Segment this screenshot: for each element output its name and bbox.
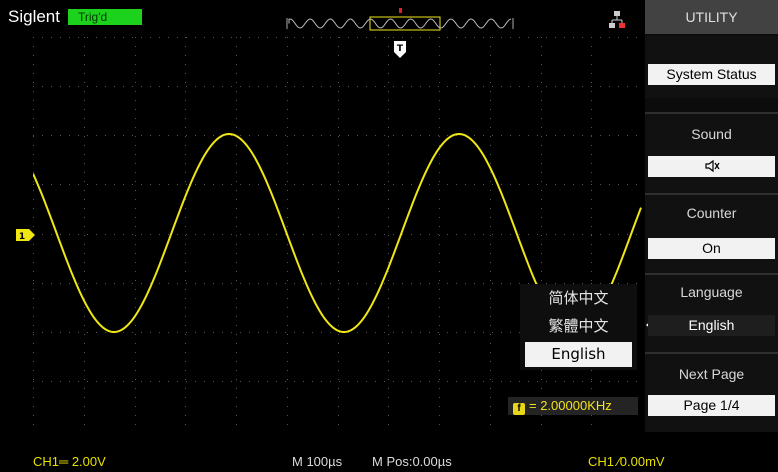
counter-value[interactable]: On <box>648 238 775 259</box>
menu-item-counter[interactable]: Counter On <box>645 195 778 273</box>
brand-label: Siglent <box>8 7 60 26</box>
language-value[interactable]: English <box>648 315 775 336</box>
language-option-traditional-chinese[interactable]: 繁體中文 <box>520 312 637 340</box>
timebase[interactable]: M 100µs <box>292 454 342 469</box>
counter-label: Counter <box>686 205 737 221</box>
trigger-position-mark <box>399 8 402 13</box>
menu-title: UTILITY <box>645 0 778 34</box>
ch1-scale[interactable]: CH1═ 2.00V <box>33 454 106 469</box>
counter-icon: f <box>513 403 525 415</box>
trigger-level[interactable]: CH1 ∕0.00mV <box>588 454 665 469</box>
frequency-readout: f = 2.00000KHz <box>508 397 638 415</box>
svg-text:1: 1 <box>19 232 25 241</box>
page-indicator[interactable]: Page 1/4 <box>648 395 775 416</box>
svg-text:T: T <box>397 44 404 54</box>
next-page-label: Next Page <box>678 366 745 382</box>
language-option-english[interactable]: English <box>525 342 632 367</box>
trigger-status-badge: Trig'd <box>68 9 142 25</box>
sound-label: Sound <box>691 126 732 142</box>
menu-item-next-page[interactable]: Next Page Page 1/4 <box>645 354 778 432</box>
language-popup: 简体中文 繁體中文 English <box>520 284 637 370</box>
memory-position-indicator <box>286 16 514 31</box>
menu-item-sound[interactable]: Sound <box>645 114 778 194</box>
status-bar: Siglent Trig'd <box>0 0 640 32</box>
bottom-status-bar: CH1═ 2.00V M 100µs M Pos:0.00µs CH1 ∕0.0… <box>0 432 778 472</box>
language-label: Language <box>680 284 743 300</box>
memory-position[interactable]: M Pos:0.00µs <box>372 454 452 469</box>
trigger-time-marker[interactable]: T <box>394 41 406 59</box>
usb-connection-icon <box>609 11 625 28</box>
speaker-muted-icon <box>704 159 719 173</box>
waveform-display[interactable] <box>33 37 642 430</box>
menu-item-system-status[interactable]: System Status <box>645 36 778 98</box>
ch1-level-marker[interactable]: 1 <box>16 229 36 241</box>
menu-item-language[interactable]: Language English <box>645 275 778 352</box>
frequency-value: = 2.00000KHz <box>529 398 612 413</box>
system-status-button[interactable]: System Status <box>648 64 775 85</box>
sound-value[interactable] <box>648 156 775 177</box>
utility-menu: UTILITY System Status Sound Counter On L… <box>645 0 778 432</box>
language-option-simplified-chinese[interactable]: 简体中文 <box>520 284 637 312</box>
